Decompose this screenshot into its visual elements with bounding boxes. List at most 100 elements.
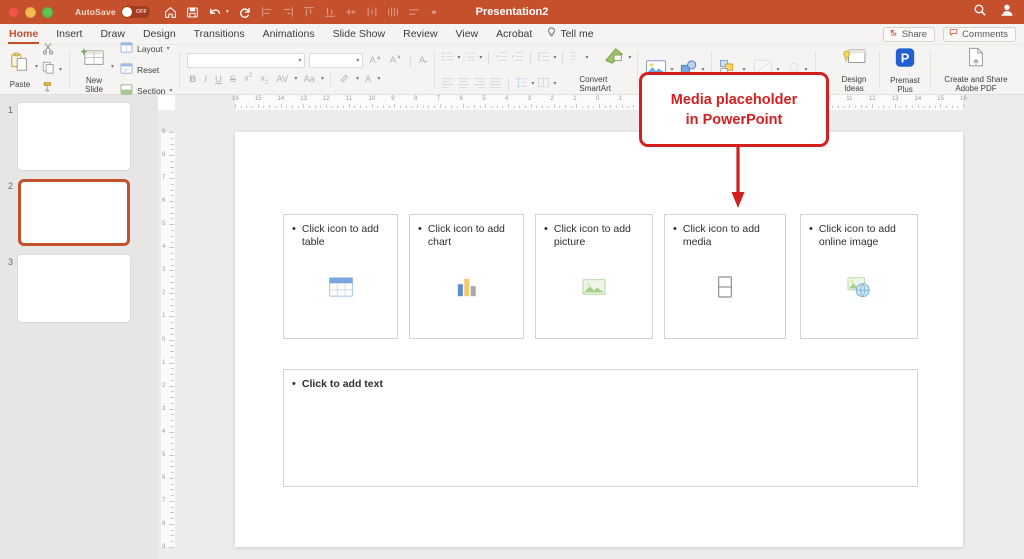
convert-to-smartart-button[interactable] <box>603 46 625 70</box>
current-slide[interactable]: • Click icon to add table • Click icon t… <box>235 132 963 547</box>
account-icon[interactable] <box>999 3 1015 22</box>
align-left-icon[interactable] <box>261 6 273 18</box>
tab-review[interactable]: Review <box>394 24 446 45</box>
underline-icon[interactable]: U <box>213 74 224 85</box>
convert-to-smartart-dropdown-icon[interactable]: ▾ <box>628 55 631 61</box>
layout-dropdown-icon[interactable]: ▾ <box>167 46 170 52</box>
content-placeholder-media[interactable]: • Click icon to add media <box>664 214 786 339</box>
quick-access-toolbar[interactable]: ▾ <box>164 6 439 19</box>
align-text-icon[interactable] <box>537 75 550 93</box>
copy-button[interactable]: ▾ <box>42 61 62 79</box>
distribute-horizontal-icon[interactable] <box>366 6 378 18</box>
save-icon[interactable] <box>186 6 199 19</box>
tab-animations[interactable]: Animations <box>254 24 324 45</box>
section-dropdown-icon[interactable]: ▾ <box>169 88 172 94</box>
content-placeholder-picture[interactable]: • Click icon to add picture <box>535 214 653 339</box>
design-ideas-button[interactable]: DesignIdeas <box>831 47 877 93</box>
home-icon[interactable] <box>164 6 177 19</box>
insert-chart-icon[interactable] <box>410 235 523 338</box>
bullets-dropdown-icon[interactable]: ▾ <box>457 55 460 61</box>
tab-acrobat[interactable]: Acrobat <box>487 24 541 45</box>
bullets-icon[interactable] <box>441 49 454 67</box>
comments-button[interactable]: Comments <box>943 27 1016 42</box>
slide-preview-1[interactable] <box>18 103 130 170</box>
insert-picture-icon[interactable] <box>536 235 652 338</box>
text-placeholder[interactable]: • Click to add text <box>283 369 918 487</box>
distribute-vertical-icon[interactable] <box>387 6 399 18</box>
content-placeholder-chart[interactable]: • Click icon to add chart <box>409 214 524 339</box>
slide-preview-3[interactable] <box>18 255 130 322</box>
bold-icon[interactable]: B <box>187 74 198 85</box>
slide-thumbnail-1[interactable]: 1 <box>0 103 130 170</box>
tab-home[interactable]: Home <box>0 24 47 45</box>
slide-thumbnail-2[interactable]: 2 <box>0 179 130 246</box>
align-bottom-icon[interactable] <box>324 6 336 18</box>
align-top-icon[interactable] <box>303 6 315 18</box>
content-placeholder-online-image[interactable]: • Click icon to add online image <box>800 214 918 339</box>
font-name-combobox[interactable]: ▾ <box>187 53 305 68</box>
share-button[interactable]: Share <box>883 27 935 42</box>
align-right-icon[interactable] <box>282 6 294 18</box>
layout-button[interactable]: Layout ▾ <box>120 40 172 58</box>
minimize-window-button[interactable] <box>25 7 36 18</box>
insert-media-icon[interactable] <box>665 235 785 338</box>
text-direction-icon[interactable] <box>569 49 582 67</box>
text-direction-dropdown-icon[interactable]: ▾ <box>585 55 588 61</box>
text-highlight-dropdown-icon[interactable]: ▾ <box>356 76 359 82</box>
font-size-dropdown-icon[interactable]: ▾ <box>356 58 359 64</box>
undo-icon[interactable] <box>208 6 223 19</box>
horizontal-ruler[interactable]: 1615141312111098765432101234567891011121… <box>175 95 1024 110</box>
tab-transitions[interactable]: Transitions <box>185 24 254 45</box>
columns-icon[interactable] <box>515 75 528 93</box>
change-case-icon[interactable]: Aa <box>301 74 317 85</box>
subscript-icon[interactable]: x2 <box>258 73 270 86</box>
autosave-toggle[interactable]: OFF <box>121 6 150 18</box>
insert-online-image-icon[interactable] <box>801 235 917 338</box>
character-spacing-icon[interactable]: AV <box>274 74 290 85</box>
maximize-window-button[interactable] <box>42 7 53 18</box>
search-icon[interactable] <box>973 3 987 22</box>
tab-view[interactable]: View <box>447 24 488 45</box>
new-slide-dropdown-icon[interactable]: ▾ <box>111 64 114 70</box>
align-right-icon[interactable] <box>473 75 486 93</box>
justify-icon[interactable] <box>489 75 502 93</box>
qat-more-icon[interactable] <box>429 7 439 17</box>
line-spacing-dropdown-icon[interactable]: ▾ <box>553 55 556 61</box>
change-case-dropdown-icon[interactable]: ▾ <box>321 76 324 82</box>
shrink-font-icon[interactable]: A▼ <box>388 55 404 66</box>
font-color-icon[interactable]: A <box>363 74 373 85</box>
slide-canvas[interactable]: • Click icon to add table • Click icon t… <box>175 110 1024 559</box>
slide-preview-2[interactable] <box>18 179 130 246</box>
numbering-dropdown-icon[interactable]: ▾ <box>479 55 482 61</box>
insert-table-icon[interactable] <box>284 235 397 338</box>
align-middle-icon[interactable] <box>345 6 357 18</box>
group-icon[interactable] <box>408 6 420 18</box>
redo-icon[interactable] <box>238 6 252 19</box>
content-placeholder-table[interactable]: • Click icon to add table <box>283 214 398 339</box>
undo-dropdown-icon[interactable]: ▾ <box>226 9 229 15</box>
align-text-dropdown-icon[interactable]: ▾ <box>553 81 556 87</box>
italic-icon[interactable]: I <box>202 74 209 85</box>
decrease-indent-icon[interactable] <box>495 49 508 67</box>
premast-plus-button[interactable]: P PremastPlus <box>882 47 928 94</box>
slide-thumbnail-3[interactable]: 3 <box>0 255 130 322</box>
increase-indent-icon[interactable] <box>511 49 524 67</box>
font-color-dropdown-icon[interactable]: ▾ <box>377 76 380 82</box>
align-center-icon[interactable] <box>457 75 470 93</box>
close-window-button[interactable] <box>8 7 19 18</box>
new-slide-button[interactable]: NewSlide <box>77 47 111 94</box>
window-controls[interactable] <box>0 7 53 18</box>
font-size-combobox[interactable]: ▾ <box>309 53 363 68</box>
cut-button[interactable] <box>42 42 62 60</box>
grow-font-icon[interactable]: A▲ <box>367 55 383 66</box>
copy-dropdown-icon[interactable]: ▾ <box>59 67 62 73</box>
font-name-dropdown-icon[interactable]: ▾ <box>298 58 301 64</box>
paste-button[interactable]: Paste <box>5 51 35 89</box>
create-share-adobe-pdf-button[interactable]: Create and ShareAdobe PDF <box>933 47 1019 93</box>
line-spacing-icon[interactable] <box>537 49 550 67</box>
character-spacing-dropdown-icon[interactable]: ▾ <box>294 76 297 82</box>
autosave-control[interactable]: AutoSave OFF <box>75 6 150 18</box>
tell-me-search[interactable]: Tell me <box>541 24 602 45</box>
strikethrough-icon[interactable]: S <box>228 74 238 85</box>
columns-dropdown-icon[interactable]: ▾ <box>531 81 534 87</box>
